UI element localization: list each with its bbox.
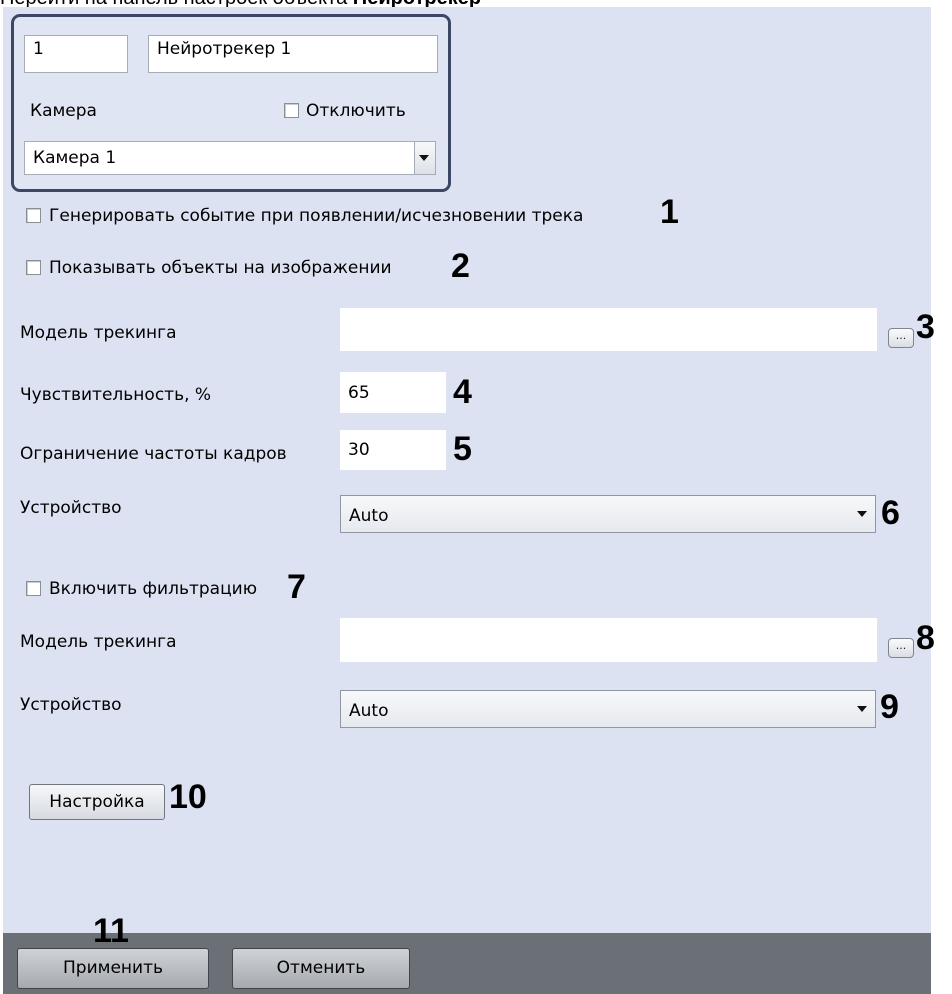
- marker-9: 9: [880, 688, 899, 726]
- device-label: Устройство: [20, 498, 122, 518]
- filter-device-select[interactable]: Auto: [340, 690, 876, 728]
- camera-select-value: Камера 1: [33, 148, 117, 168]
- marker-2: 2: [451, 247, 470, 285]
- bottom-bar: Применить Отменить: [3, 933, 931, 994]
- filter-device-select-value: Auto: [349, 701, 389, 721]
- sensitivity-field[interactable]: 65: [340, 372, 446, 413]
- chevron-down-icon: [857, 706, 867, 712]
- marker-4: 4: [453, 373, 472, 411]
- filter-model-field[interactable]: [340, 618, 877, 662]
- tracking-model-browse-button[interactable]: ...: [888, 328, 914, 348]
- filter-model-browse-button[interactable]: ...: [888, 638, 914, 658]
- chevron-down-icon: [419, 155, 429, 161]
- object-id-value: 1: [33, 39, 44, 59]
- sensitivity-value: 65: [348, 383, 370, 403]
- object-id-field[interactable]: 1: [24, 35, 128, 73]
- marker-1: 1: [660, 193, 679, 231]
- tracking-model-label: Модель трекинга: [20, 323, 177, 343]
- enable-filter-checkbox[interactable]: [26, 581, 41, 596]
- filter-model-label: Модель трекинга: [20, 632, 177, 652]
- marker-7: 7: [287, 568, 306, 606]
- setup-button[interactable]: Настройка: [29, 784, 165, 820]
- cancel-button[interactable]: Отменить: [232, 948, 410, 989]
- object-name-field[interactable]: Нейротрекер 1: [148, 35, 438, 73]
- frame-limit-field[interactable]: 30: [340, 430, 446, 470]
- object-name-value: Нейротрекер 1: [157, 39, 292, 59]
- show-objects-label: Показывать объекты на изображении: [49, 258, 392, 278]
- marker-8: 8: [916, 619, 935, 657]
- frame-limit-value: 30: [348, 440, 370, 460]
- frame-limit-label: Ограничение частоты кадров: [20, 444, 287, 464]
- marker-6: 6: [881, 494, 900, 532]
- filter-device-label: Устройство: [20, 695, 122, 715]
- device-select-value: Auto: [349, 506, 389, 526]
- camera-select-dropdown-button[interactable]: [414, 142, 435, 174]
- marker-10: 10: [169, 778, 207, 816]
- generate-event-label: Генерировать событие при появлении/исчез…: [49, 206, 584, 226]
- camera-select[interactable]: Камера 1: [24, 141, 436, 175]
- chevron-down-icon: [857, 511, 867, 517]
- tracking-model-field[interactable]: [340, 308, 877, 351]
- marker-11: 11: [93, 912, 129, 950]
- camera-label: Камера: [30, 101, 97, 121]
- device-select[interactable]: Auto: [340, 495, 876, 533]
- camera-block: 1 Нейротрекер 1 Камера Отключить Камера …: [11, 14, 451, 192]
- sensitivity-label: Чувствительность, %: [20, 385, 212, 405]
- marker-5: 5: [453, 430, 472, 468]
- enable-filter-label: Включить фильтрацию: [49, 579, 258, 599]
- generate-event-checkbox[interactable]: [26, 208, 41, 223]
- apply-button[interactable]: Применить: [17, 948, 209, 989]
- settings-panel: 1 Нейротрекер 1 Камера Отключить Камера …: [3, 7, 935, 994]
- marker-3: 3: [916, 308, 935, 346]
- disable-label: Отключить: [306, 101, 406, 121]
- disable-checkbox[interactable]: [284, 103, 299, 118]
- show-objects-checkbox[interactable]: [26, 260, 41, 275]
